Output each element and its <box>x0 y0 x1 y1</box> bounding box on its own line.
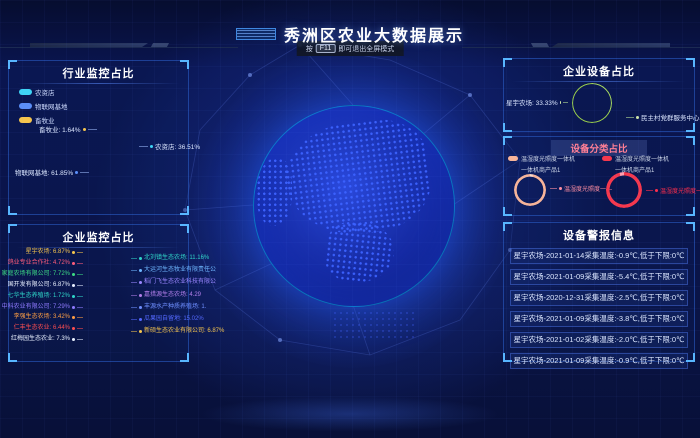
legend-item[interactable]: 一体机商产品1 <box>508 165 600 174</box>
enterprise-labels-left: 星宇农场: 6.87% 鸽业专业合作社: 4.72% 家庭农场有限公司: 7.7… <box>11 225 83 361</box>
legend-item[interactable]: 温湿度光照度一体机 <box>508 154 600 163</box>
panel-title: 设备警报信息 <box>504 227 694 243</box>
globe-reflection-dots <box>332 310 418 338</box>
dashboard: 秀洲区农业大数据展示 按 F11 即可退出全屏模式 行业监控占比 <box>0 0 700 438</box>
donut-callout: 新硕生态农业有限公司: 6.87% <box>131 328 203 335</box>
legend-label: 一体机商产品1 <box>521 165 560 174</box>
globe <box>253 105 455 307</box>
donut-callout: 鸽业专业合作社: 4.72% <box>11 260 83 267</box>
legend-label: 温湿度光照度一体机 <box>521 154 575 163</box>
legend-swatch <box>508 156 518 161</box>
donut-callout: 国开发有限公司: 6.87% <box>11 282 83 289</box>
device-legend-left: 温湿度光照度一体机 一体机商产品1 <box>508 154 600 174</box>
floor-glow <box>200 396 500 432</box>
donut-callout: 畜牧业: 1.64% <box>39 124 97 134</box>
donut-callout: 稻门飞生态农业科技有限公 <box>131 279 203 286</box>
panel-industry-ratio: 行业监控占比 农资店 物联网基地 畜牧业 畜牧业: 1.64% 农资店: 36.… <box>8 60 189 215</box>
panel-device-class-ratio: 设备分类占比 温湿度光照度一体机 一体机商产品1 温湿度光照度一— <box>503 136 695 216</box>
donut-callout: 星宇农场: 33.33% <box>506 97 568 107</box>
donut-callout: 七华生态养殖场: 1.72% <box>11 293 83 300</box>
panel-enterprise-ratio: 企业监控占比 星宇农场: 6.87% 鸽业专业合作社: 4.72% 家庭农场有限… <box>8 224 189 362</box>
panel-equipment-ratio: 企业设备占比 星宇农场: 33.33% 民主村党群服务中心: <box>503 58 695 132</box>
donut-callout: 红梅园生态农业: 7.3% <box>11 336 83 343</box>
donut-callout: 中科农业有限公司: 7.29% <box>11 304 83 311</box>
panel-title: 行业监控占比 <box>9 65 188 81</box>
legend-swatch <box>602 156 612 161</box>
legend-label: 物联网基地 <box>35 101 68 111</box>
equipment-donut-chart[interactable] <box>572 83 612 123</box>
panel-device-alarms: 设备警报信息 星宇农场-2021-01-14采集温度:-0.9℃,低于下限:0℃… <box>503 222 695 362</box>
legend-swatch <box>19 89 32 95</box>
header-line-left <box>0 47 238 48</box>
enterprise-labels-right: 北刘镇生态农场: 11.16% 大运河生态牧业有限责任公 稻门飞生态农业科技有限… <box>131 225 203 361</box>
legend-item[interactable]: 物联网基地 <box>19 101 68 111</box>
donut-callout: 农资店: 36.51% <box>139 141 200 151</box>
enterprise-donut-chart[interactable] <box>82 265 130 313</box>
donut-callout: 大运河生态牧业有限责任公 <box>131 267 203 274</box>
header: 秀洲区农业大数据展示 <box>0 22 700 46</box>
industry-donut-chart[interactable] <box>75 129 137 191</box>
device-chart-left: 温湿度光照度一体机 一体机商产品1 温湿度光照度一— <box>508 154 600 214</box>
alarm-row: 星宇农场-2021-01-09采集温度:-0.9℃,低于下限:0℃ <box>510 353 688 369</box>
donut-callout: 物联网基地: 61.85% <box>15 167 89 177</box>
legend-swatch <box>19 103 32 109</box>
device-legend-right: 温湿度光照度一体机 一体机商产品1 <box>602 154 694 174</box>
divider <box>512 81 686 82</box>
alarm-row: 星宇农场-2021-01-09采集温度:-5.4℃,低于下限:0℃ <box>510 269 688 285</box>
donut-callout: 温湿度光照度一— <box>646 186 700 195</box>
donut-callout: 李强生态农场: 3.42% <box>11 314 83 321</box>
legend-label: 温湿度光照度一体机 <box>615 154 669 163</box>
alarm-row: 星宇农场-2021-01-02采集温度:-2.0℃,低于下限:0℃ <box>510 332 688 348</box>
donut-callout: 星宇农场: 6.87% <box>11 249 83 256</box>
page-title: 秀洲区农业大数据展示 <box>284 22 464 46</box>
legend-swatch <box>19 117 32 123</box>
panel-title: 企业设备占比 <box>504 63 694 79</box>
donut-callout: 家庭农场有限公司: 7.72% <box>11 271 83 278</box>
legend-label: 农资店 <box>35 87 55 97</box>
globe-continent-west <box>256 158 292 226</box>
logo-badge <box>236 28 276 40</box>
donut-callout: 北刘镇生态农场: 11.16% <box>131 255 203 262</box>
legend-item[interactable]: 农资店 <box>19 87 68 97</box>
industry-legend: 农资店 物联网基地 畜牧业 <box>19 87 68 125</box>
header-line-right <box>462 47 700 48</box>
donut-callout: 民主村党群服务中心: <box>626 112 700 122</box>
legend-item[interactable]: 温湿度光照度一体机 <box>602 154 694 163</box>
device-chart-right: 温湿度光照度一体机 一体机商产品1 温湿度光照度一— <box>602 154 694 214</box>
alarm-row: 星宇农场-2021-01-09采集温度:-3.8℃,低于下限:0℃ <box>510 311 688 327</box>
device-donut-left[interactable] <box>514 174 546 206</box>
donut-callout: 瓜果园自留地: 15.02% <box>131 316 203 323</box>
alarm-row: 星宇农场-2021-01-14采集温度:-0.9℃,低于下限:0℃ <box>510 248 688 264</box>
device-donut-right[interactable] <box>606 172 642 208</box>
donut-callout: 嘉措源生态农场: 4.29 <box>131 292 203 299</box>
divider <box>17 83 180 84</box>
donut-callout: 丰源水产种质养殖场: 1. <box>131 304 203 311</box>
alarm-row: 星宇农场-2020-12-31采集温度:-2.5℃,低于下限:0℃ <box>510 290 688 306</box>
donut-callout: 仁丰生态农业: 6.44% <box>11 325 83 332</box>
alarm-list: 星宇农场-2021-01-14采集温度:-0.9℃,低于下限:0℃ 星宇农场-20… <box>504 248 694 369</box>
